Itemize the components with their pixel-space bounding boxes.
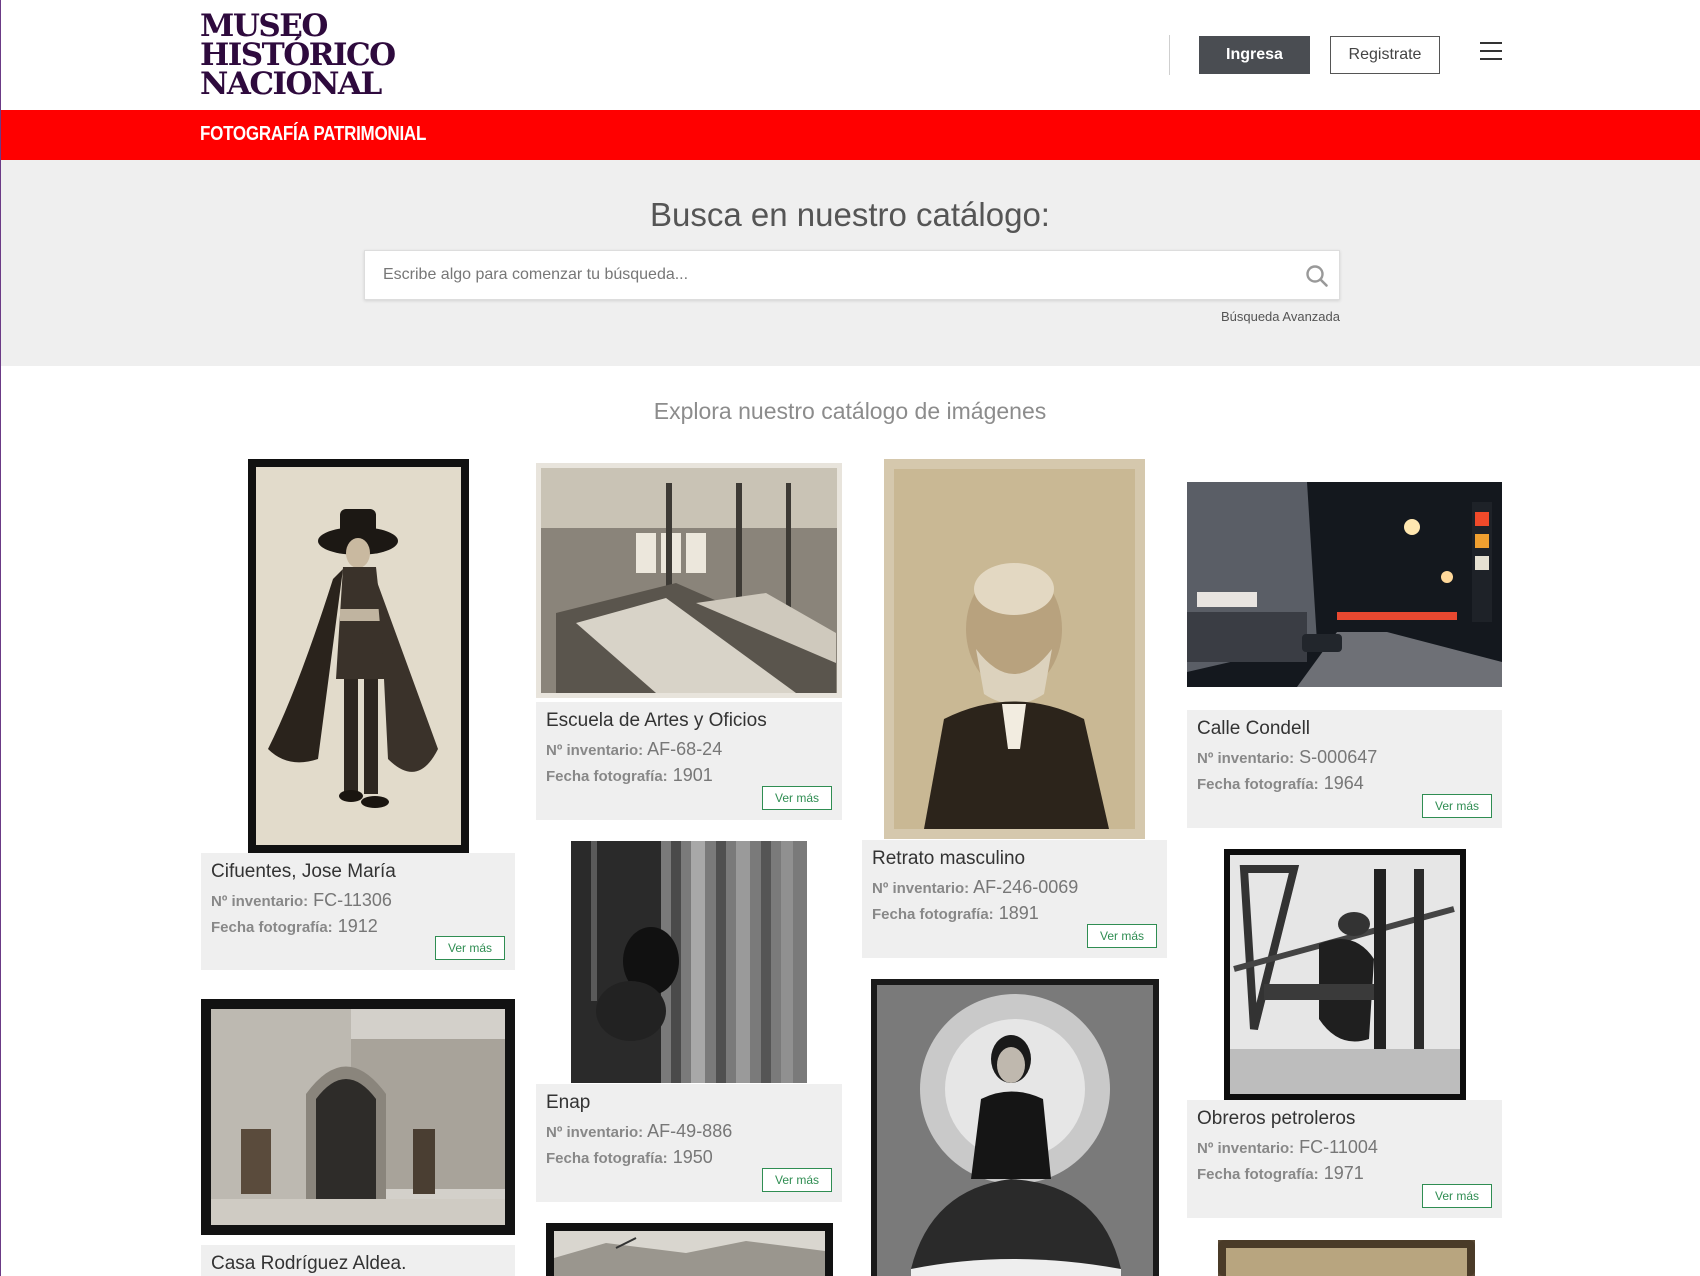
catalog-photo[interactable] xyxy=(201,999,515,1235)
inventory-label: Nº inventario: xyxy=(1197,1140,1295,1157)
card-title[interactable]: Cifuentes, Jose María xyxy=(211,861,505,883)
inventory-label: Nº inventario: xyxy=(1197,750,1295,767)
card-inventory: Nº inventario: AF-49-886 xyxy=(546,1119,832,1145)
card-info: Escuela de Artes y Oficios Nº inventario… xyxy=(536,702,842,820)
date-label: Fecha fotografía: xyxy=(546,768,668,785)
card-info: Casa Rodríguez Aldea. xyxy=(201,1245,515,1276)
page-left-border xyxy=(0,0,1,1276)
date-label: Fecha fotografía: xyxy=(211,919,333,936)
card-title[interactable]: Enap xyxy=(546,1092,832,1114)
search-input[interactable] xyxy=(383,251,1263,299)
inventory-value: S-000647 xyxy=(1299,747,1378,767)
card-title[interactable]: Obreros petroleros xyxy=(1197,1108,1492,1130)
photo-image xyxy=(541,468,837,693)
museum-logo[interactable]: MUSEO HISTÓRICO NACIONAL xyxy=(200,11,410,102)
card-title[interactable]: Escuela de Artes y Oficios xyxy=(546,710,832,732)
card-inventory: Nº inventario: AF-246-0069 xyxy=(872,875,1157,901)
card-title[interactable]: Retrato masculino xyxy=(872,848,1157,870)
photo-image xyxy=(211,1009,505,1225)
inventory-label: Nº inventario: xyxy=(211,893,309,910)
card-title[interactable]: Casa Rodríguez Aldea. xyxy=(211,1253,505,1275)
card-info: Retrato masculino Nº inventario: AF-246-… xyxy=(862,840,1167,958)
card-inventory: Nº inventario: FC-11306 xyxy=(211,888,505,914)
ver-mas-button[interactable]: Ver más xyxy=(1422,794,1492,818)
ver-mas-button[interactable]: Ver más xyxy=(762,786,832,810)
section-band: FOTOGRAFÍA PATRIMONIAL xyxy=(0,110,1700,160)
date-value: 1912 xyxy=(337,916,378,936)
login-button[interactable]: Ingresa xyxy=(1199,36,1310,74)
catalog-photo[interactable] xyxy=(536,463,842,698)
inventory-value: AF-68-24 xyxy=(647,739,723,759)
photo-image xyxy=(1218,1240,1475,1276)
card-info: Cifuentes, Jose María Nº inventario: FC-… xyxy=(201,853,515,970)
ver-mas-button[interactable]: Ver más xyxy=(1087,924,1157,948)
photo-image xyxy=(1230,855,1460,1094)
catalog-photo[interactable] xyxy=(1218,1240,1475,1276)
date-value: 1971 xyxy=(1323,1163,1364,1183)
date-label: Fecha fotografía: xyxy=(872,906,994,923)
catalog-photo[interactable] xyxy=(1224,849,1466,1100)
catalog-photo[interactable] xyxy=(884,459,1145,839)
ver-mas-button[interactable]: Ver más xyxy=(435,936,505,960)
site-header: MUSEO HISTÓRICO NACIONAL Ingresa Registr… xyxy=(0,0,1700,110)
photo-image xyxy=(571,841,807,1083)
photo-image xyxy=(554,1231,825,1276)
header-divider xyxy=(1169,35,1170,75)
catalog-photo[interactable] xyxy=(571,841,807,1083)
logo-line-3: NACIONAL xyxy=(200,66,382,102)
advanced-search-link[interactable]: Búsqueda Avanzada xyxy=(1100,309,1340,324)
inventory-value: AF-246-0069 xyxy=(973,877,1079,897)
catalog-photo[interactable] xyxy=(871,979,1159,1276)
catalog-photo[interactable] xyxy=(248,459,469,853)
catalog-photo[interactable] xyxy=(546,1223,833,1276)
inventory-label: Nº inventario: xyxy=(546,742,644,759)
register-button[interactable]: Registrate xyxy=(1330,36,1440,74)
search-section: Busca en nuestro catálogo: Búsqueda Avan… xyxy=(0,160,1700,366)
ver-mas-button[interactable]: Ver más xyxy=(762,1168,832,1192)
inventory-value: AF-49-886 xyxy=(647,1121,733,1141)
photo-image xyxy=(1187,482,1502,687)
card-inventory: Nº inventario: FC-11004 xyxy=(1197,1135,1492,1161)
date-value: 1964 xyxy=(1323,773,1364,793)
catalog-photo[interactable] xyxy=(1187,482,1502,687)
card-inventory: Nº inventario: AF-68-24 xyxy=(546,737,832,763)
card-info: Calle Condell Nº inventario: S-000647 Fe… xyxy=(1187,710,1502,828)
hamburger-icon[interactable] xyxy=(1480,42,1502,62)
catalog-title: Explora nuestro catálogo de imágenes xyxy=(653,398,1047,424)
inventory-label: Nº inventario: xyxy=(546,1124,644,1141)
search-bar xyxy=(364,250,1340,300)
photo-image xyxy=(877,985,1153,1276)
card-info: Obreros petroleros Nº inventario: FC-110… xyxy=(1187,1100,1502,1218)
card-title[interactable]: Calle Condell xyxy=(1197,718,1492,740)
photo-image xyxy=(256,467,461,845)
date-value: 1950 xyxy=(672,1147,713,1167)
inventory-label: Nº inventario: xyxy=(872,880,970,897)
section-title[interactable]: FOTOGRAFÍA PATRIMONIAL xyxy=(200,123,426,146)
date-value: 1891 xyxy=(998,903,1039,923)
ver-mas-button[interactable]: Ver más xyxy=(1422,1184,1492,1208)
card-inventory: Nº inventario: S-000647 xyxy=(1197,745,1492,771)
search-icon[interactable] xyxy=(1305,264,1329,288)
card-info: Enap Nº inventario: AF-49-886 Fecha foto… xyxy=(536,1084,842,1202)
inventory-value: FC-11306 xyxy=(313,890,392,910)
search-title: Busca en nuestro catálogo: xyxy=(650,196,1050,233)
date-value: 1901 xyxy=(672,765,713,785)
date-label: Fecha fotografía: xyxy=(1197,776,1319,793)
date-label: Fecha fotografía: xyxy=(1197,1166,1319,1183)
inventory-value: FC-11004 xyxy=(1299,1137,1378,1157)
photo-image xyxy=(894,469,1135,829)
date-label: Fecha fotografía: xyxy=(546,1150,668,1167)
